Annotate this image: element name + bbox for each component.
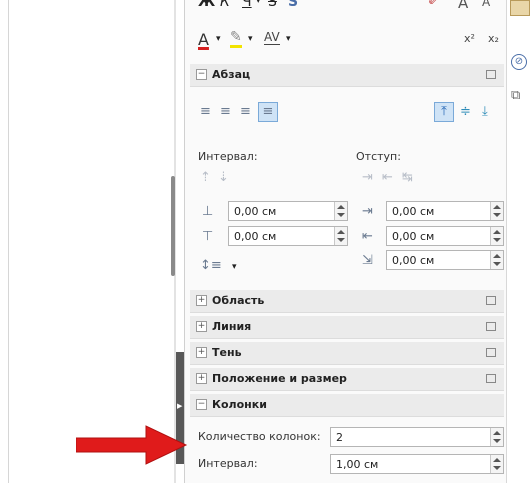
collapse-icon: − [196, 399, 207, 410]
strikethrough-button[interactable]: S [268, 0, 277, 10]
increase-spacing-icon[interactable]: ⇡ [200, 170, 211, 185]
spin-arrows[interactable] [334, 202, 347, 220]
align-center-icon[interactable]: ≡ [220, 104, 231, 119]
expand-icon: + [196, 295, 207, 306]
section-line-header[interactable]: + Линия [190, 316, 504, 339]
spacing-above-icon: ⊥ [202, 204, 214, 219]
line-spacing-icon[interactable]: ↕≡ [200, 258, 222, 273]
columns-count-label: Количество колонок: [198, 430, 321, 443]
spin-arrows[interactable] [334, 227, 347, 245]
section-paragraph-header[interactable]: − Абзац [190, 64, 504, 87]
increase-indent-icon[interactable]: ⇥ [362, 170, 373, 185]
subscript-button[interactable]: x₂ [488, 32, 499, 45]
spacing-above-field[interactable]: 0,00 см [228, 201, 348, 221]
spacing-below-icon: ⊤ [202, 229, 214, 244]
indent-label: Отступ: [356, 150, 401, 163]
underline-dropdown-icon[interactable]: ▾ [256, 0, 261, 6]
spacing-below-field[interactable]: 0,00 см [228, 226, 348, 246]
more-options-icon[interactable] [486, 70, 496, 79]
clear-format-icon[interactable]: ✐ [428, 0, 439, 9]
shrink-font-button[interactable]: A [482, 0, 490, 9]
section-title: Абзац [212, 68, 251, 81]
spin-arrows[interactable] [490, 455, 503, 473]
annotation-arrow [76, 425, 188, 465]
indent-after-field[interactable]: 0,00 см [386, 226, 504, 246]
spin-arrows[interactable] [490, 227, 503, 245]
font-color-button[interactable]: A [198, 30, 209, 49]
superscript-button[interactable]: x² [464, 32, 475, 45]
section-columns-header[interactable]: − Колонки [190, 394, 504, 417]
document-area[interactable] [0, 0, 176, 483]
navigator-deck-icon[interactable]: ⊘ [511, 54, 527, 70]
align-left-icon[interactable]: ≡ [200, 104, 211, 119]
indent-before-icon: ⇥ [362, 204, 373, 219]
properties-deck-icon[interactable] [510, 0, 530, 16]
section-title: Тень [212, 346, 242, 359]
expand-icon: + [196, 373, 207, 384]
columns-count-field[interactable]: 2 [330, 427, 504, 447]
sidebar-deck: ⊘ ⧉ [506, 0, 532, 483]
italic-button[interactable]: К [220, 0, 230, 10]
section-area-header[interactable]: + Область [190, 290, 504, 313]
spacing-label: Интервал: [198, 150, 258, 163]
align-justify-icon[interactable]: ≡ [258, 102, 278, 122]
more-options-icon[interactable] [486, 374, 496, 383]
decrease-indent-icon[interactable]: ⇤ [382, 170, 393, 185]
section-position-size-header[interactable]: + Положение и размер [190, 368, 504, 391]
more-options-icon[interactable] [486, 322, 496, 331]
line-spacing-dropdown-icon[interactable]: ▾ [232, 262, 237, 272]
section-title: Линия [212, 320, 252, 333]
align-right-icon[interactable]: ≡ [240, 104, 251, 119]
grow-font-button[interactable]: A [458, 0, 468, 12]
section-title: Положение и размер [212, 372, 347, 385]
shadow-text-button[interactable]: S [288, 0, 298, 10]
font-style-row: Ж К Ч ▾ S S ✐ A A [198, 0, 498, 12]
align-top-icon[interactable]: ⤒ [434, 102, 454, 122]
more-options-icon[interactable] [486, 296, 496, 305]
bold-button[interactable]: Ж [198, 0, 215, 10]
indent-before-field[interactable]: 0,00 см [386, 201, 504, 221]
align-bottom-icon[interactable]: ⤓ [482, 104, 488, 119]
highlight-button[interactable]: ✎ [230, 30, 242, 48]
first-line-indent-field[interactable]: 0,00 см [386, 250, 504, 270]
expand-icon: + [196, 347, 207, 358]
spin-arrows[interactable] [490, 428, 503, 446]
spin-arrows[interactable] [490, 251, 503, 269]
section-title: Область [212, 294, 265, 307]
alignment-row: ≡ ≡ ≡ ≡ ⤒ ≑ ⤓ [198, 102, 504, 124]
columns-spacing-field[interactable]: 1,00 см [330, 454, 504, 474]
hanging-indent-icon[interactable]: ↹ [402, 170, 413, 185]
align-middle-icon[interactable]: ≑ [460, 104, 471, 119]
section-shadow-header[interactable]: + Тень [190, 342, 504, 365]
expand-icon: + [196, 321, 207, 332]
highlight-dropdown-icon[interactable]: ▾ [248, 34, 253, 44]
page-border [8, 0, 9, 483]
scrollbar-thumb[interactable] [171, 176, 175, 276]
decrease-spacing-icon[interactable]: ⇣ [218, 170, 229, 185]
first-line-indent-icon: ⇲ [362, 253, 373, 268]
columns-spacing-label: Интервал: [198, 457, 258, 470]
spin-arrows[interactable] [490, 202, 503, 220]
character-spacing-button[interactable]: AV [264, 30, 280, 45]
underline-button[interactable]: Ч [242, 0, 252, 10]
font-color-dropdown-icon[interactable]: ▾ [216, 34, 221, 44]
section-title: Колонки [212, 398, 267, 411]
indent-after-icon: ⇤ [362, 229, 373, 244]
spacing-dropdown-icon[interactable]: ▾ [286, 34, 291, 44]
collapse-icon: − [196, 69, 207, 80]
gallery-deck-icon[interactable]: ⧉ [511, 88, 527, 103]
collapse-arrow-icon: ▶ [177, 402, 183, 410]
font-color-row: A ▾ ✎ ▾ AV ▾ x² x₂ [198, 30, 502, 50]
more-options-icon[interactable] [486, 348, 496, 357]
